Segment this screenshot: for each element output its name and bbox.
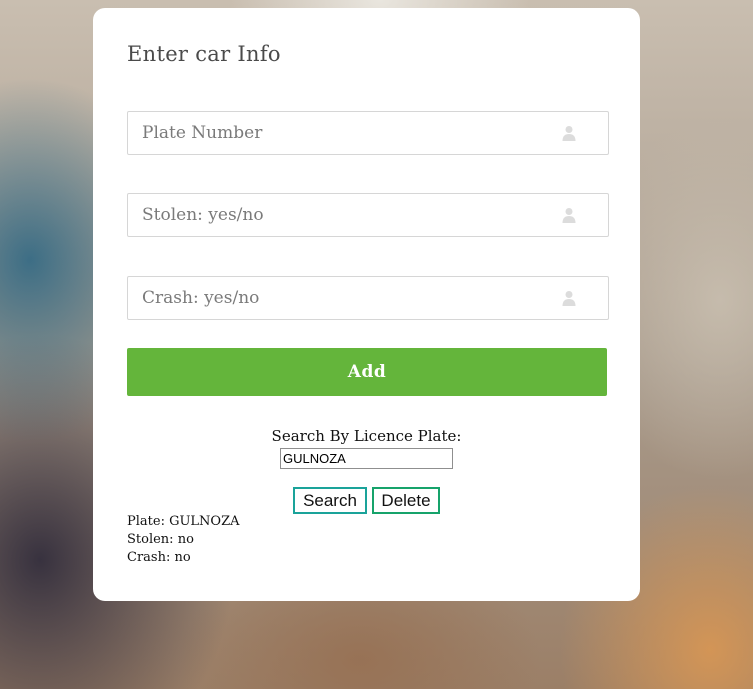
- search-label: Search By Licence Plate:: [271, 427, 462, 445]
- user-icon: [562, 291, 576, 306]
- user-icon: [562, 126, 576, 141]
- car-info-card: Enter car Info Add Search By Licence Pla…: [93, 8, 640, 601]
- search-button[interactable]: Search: [293, 487, 367, 514]
- add-button[interactable]: Add: [127, 348, 607, 396]
- crash-input[interactable]: [128, 277, 548, 319]
- search-plate-input[interactable]: [280, 448, 453, 469]
- plate-number-input[interactable]: [128, 112, 548, 154]
- stolen-field[interactable]: [127, 193, 609, 237]
- result-stolen: Stolen: no: [127, 532, 194, 547]
- form-title: Enter car Info: [127, 42, 281, 66]
- result-plate: Plate: GULNOZA: [127, 514, 240, 529]
- delete-button[interactable]: Delete: [372, 487, 440, 514]
- crash-field[interactable]: [127, 276, 609, 320]
- plate-number-field[interactable]: [127, 111, 609, 155]
- user-icon: [562, 208, 576, 223]
- stolen-input[interactable]: [128, 194, 548, 236]
- result-crash: Crash: no: [127, 550, 191, 565]
